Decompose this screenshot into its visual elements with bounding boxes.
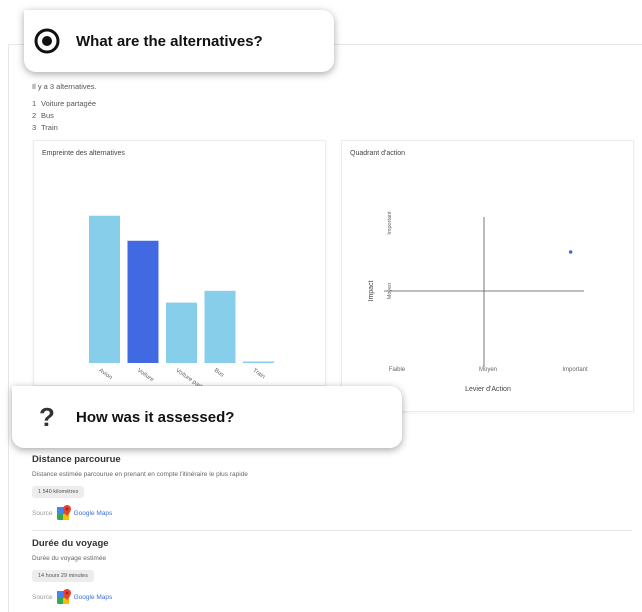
distance-title: Distance parcourue xyxy=(32,454,121,465)
data-point xyxy=(568,250,573,254)
action-quadrant-chart: Faible Moyen Important Moyen Important Levier… xyxy=(368,211,588,393)
alternatives-callout-text: What are the alternatives? xyxy=(76,32,263,50)
google-maps-icon xyxy=(56,505,71,520)
y-axis-label: Impact xyxy=(368,280,375,301)
alternatives-intro: Il y a 3 alternatives. xyxy=(32,82,97,91)
list-item: 2 Bus xyxy=(32,111,54,120)
distance-section: Distance parcourue Distance estimée parc… xyxy=(32,454,622,522)
google-maps-link[interactable]: Google Maps xyxy=(74,510,113,517)
footprint-chart-card: Empreinte des alternatives Avion Voiture V… xyxy=(33,140,326,387)
assessment-callout-text: How was it assessed? xyxy=(76,408,235,426)
x-tick-label: Avion xyxy=(97,368,113,381)
alternatives-list: 1 Voiture partagée 2 Bus 3 Train xyxy=(32,98,96,134)
list-item: 3 Train xyxy=(32,123,58,132)
x-tick-label: Faible xyxy=(389,367,406,373)
alternatives-callout: What are the alternatives? xyxy=(24,10,334,72)
assessment-callout: ? How was it assessed? xyxy=(12,386,402,448)
quadrant-chart-card: Quadrant d'action Faible Moyen Important Mo… xyxy=(341,140,634,412)
footprint-bar-chart: Avion Voiture Voiture partagéeBus Train xyxy=(89,215,274,387)
bar-voiture-partagée xyxy=(166,302,197,363)
x-tick-label: Bus xyxy=(213,368,225,379)
x-tick-label: Voiture xyxy=(136,368,155,384)
distance-value-badge: 1 540 kilomètres xyxy=(32,486,85,498)
bar-avion xyxy=(89,215,120,363)
section-divider xyxy=(32,530,632,531)
source-label: Source xyxy=(32,593,53,601)
duration-value-badge: 14 hours 29 minutes xyxy=(32,570,94,582)
x-tick-label: Moyen xyxy=(479,367,497,373)
list-item: 1 Voiture partagée xyxy=(32,99,97,108)
bar-voiture xyxy=(127,240,159,363)
y-tick-label: Important xyxy=(387,211,393,235)
duration-title: Durée du voyage xyxy=(32,538,109,549)
duration-section: Durée du voyage Durée du voyage estimée … xyxy=(32,538,622,606)
x-axis-label: Levier d'Action xyxy=(465,386,511,393)
x-tick-label: Voiture partagée xyxy=(174,368,214,387)
duration-description: Durée du voyage estimée xyxy=(32,555,107,562)
google-maps-icon xyxy=(56,589,71,604)
distance-source: Source Google Maps xyxy=(32,504,622,522)
bar-bus xyxy=(204,290,236,363)
google-maps-link[interactable]: Google Maps xyxy=(74,594,113,601)
x-tick-label: Important xyxy=(562,367,588,373)
source-label: Source xyxy=(32,509,53,517)
bar-train xyxy=(243,361,274,363)
x-tick-label: Train xyxy=(251,368,265,381)
target-icon xyxy=(32,28,62,54)
y-tick-label: Moyen xyxy=(387,283,393,300)
distance-description: Distance estimée parcourue en prenant en… xyxy=(32,471,248,478)
duration-source: Source Google Maps xyxy=(32,588,622,606)
question-mark-icon: ? xyxy=(39,401,55,432)
